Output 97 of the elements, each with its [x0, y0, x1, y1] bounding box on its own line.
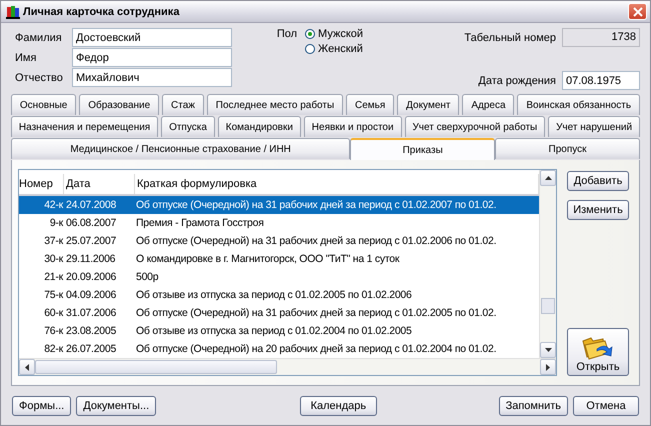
order-number: 60-к: [43, 307, 64, 319]
order-number: 21-к: [43, 271, 64, 283]
order-summary: Об отпуске (Очередной) на 20 рабочих дней за период с 01.02.2004 по 01.02.: [135, 343, 498, 355]
radio-option[interactable]: Женский: [305, 43, 364, 55]
scroll-up-button[interactable]: [540, 170, 556, 186]
up-arrow-icon: [544, 176, 552, 180]
order-date: 23.08.2005: [65, 325, 118, 337]
field-label: Табельный номер: [464, 32, 556, 44]
tab[interactable]: Воинская обязанность: [517, 94, 640, 115]
order-number: 75-к: [43, 289, 64, 301]
tab[interactable]: Основные: [11, 94, 76, 115]
order-number: 30-к: [43, 253, 64, 265]
scroll-thumb[interactable]: [35, 360, 277, 374]
order-date: 31.07.2006: [65, 307, 118, 319]
order-summary: Об отпуске (Очередной) на 31 рабочих дней за период с 01.02.2006 по 01.02.: [135, 235, 498, 247]
column-header[interactable]: Номер: [19, 174, 64, 194]
field-label: Дата рождения: [478, 74, 556, 86]
column-header[interactable]: Дата: [64, 174, 135, 194]
tab[interactable]: Учет сверхурочной работы: [404, 116, 546, 137]
tab[interactable]: Стаж: [162, 94, 204, 115]
dialog-button[interactable]: Отмена: [572, 396, 639, 416]
radio-button[interactable]: [305, 29, 316, 39]
scroll-thumb[interactable]: [541, 298, 555, 314]
order-date: 26.07.2005: [65, 343, 118, 355]
close-button[interactable]: [628, 3, 647, 20]
dialog-button[interactable]: Календарь: [300, 396, 377, 416]
tab[interactable]: Пропуск: [495, 138, 640, 159]
list-row[interactable]: 76-к 23.08.2005 Об отзыве из отпуска за период с 01.02.2004 по 01.02.2005: [19, 322, 539, 340]
tab[interactable]: Отпуска: [161, 116, 215, 137]
scroll-down-button[interactable]: [540, 342, 556, 358]
list-row[interactable]: 21-к 20.09.2006 500р: [19, 268, 539, 286]
tab[interactable]: Командировки: [218, 116, 301, 137]
order-date: 24.07.2008: [65, 199, 118, 211]
order-summary: 500р: [135, 271, 160, 283]
list-row[interactable]: 30-к 29.11.2006 О командировке в г. Магнитогорск, ООО "ТиТ" на 1 суток: [19, 250, 539, 268]
tab[interactable]: Документ: [397, 94, 460, 115]
order-summary: Об отзыве из отпуска за период с 01.02.2004 по 01.02.2005: [135, 325, 413, 337]
order-summary: Об отпуске (Очередной) на 31 рабочих дней за период с 01.02.2005 по 01.02.: [135, 307, 498, 319]
order-date: 04.09.2006: [65, 289, 118, 301]
radio-label: Женский: [318, 43, 363, 55]
right-arrow-icon: [546, 364, 550, 370]
left-arrow-icon: [25, 364, 29, 370]
field-label: Отчество: [14, 72, 64, 84]
text-field[interactable]: Федор: [72, 48, 232, 67]
list-row[interactable]: 42-к 24.07.2008 Об отпуске (Очередной) на 31 рабочих дней за период с 01.02.2007 по 01.02.: [19, 196, 539, 214]
side-button[interactable]: Добавить: [567, 171, 629, 191]
folder-arrow-icon: [581, 335, 615, 361]
app-icon: [6, 4, 20, 18]
radio-button[interactable]: [305, 44, 316, 54]
order-date: 06.08.2007: [65, 217, 118, 229]
text-field[interactable]: Михайлович: [72, 68, 232, 87]
order-number: 76-к: [43, 325, 64, 337]
order-date: 20.09.2006: [65, 271, 118, 283]
open-button[interactable]: Открыть: [567, 328, 629, 376]
gender-label: Пол: [276, 28, 298, 42]
order-number: 37-к: [43, 235, 64, 247]
order-summary: Премия - Грамота Госстроя: [135, 217, 265, 229]
tab[interactable]: Назначения и перемещения: [11, 116, 158, 137]
radio-option[interactable]: Мужской: [305, 28, 364, 40]
tab[interactable]: Приказы: [350, 138, 496, 160]
scroll-right-button[interactable]: [540, 359, 556, 375]
down-arrow-icon: [544, 348, 552, 352]
date-field[interactable]: 07.08.1975: [562, 71, 640, 90]
window-title: Личная карточка сотрудника: [23, 6, 180, 18]
order-summary: О командировке в г. Магнитогорск, ООО "ТиТ" на 1 суток: [135, 253, 400, 265]
side-button[interactable]: Изменить: [567, 200, 629, 220]
tab[interactable]: Семья: [346, 94, 394, 115]
dialog-button[interactable]: Запомнить: [498, 396, 568, 416]
list-row[interactable]: 37-к 25.07.2007 Об отпуске (Очередной) на 31 рабочих дней за период с 01.02.2006 по 01.02.: [19, 232, 539, 250]
horizontal-scrollbar[interactable]: [19, 358, 556, 375]
tab[interactable]: Учет нарушений: [548, 116, 640, 137]
close-icon: [632, 6, 642, 16]
order-date: 25.07.2007: [65, 235, 118, 247]
tab[interactable]: Последнее место работы: [206, 94, 344, 115]
dialog-button[interactable]: Документы...: [76, 396, 156, 416]
list-row[interactable]: 75-к 04.09.2006 Об отзыве из отпуска за период с 01.02.2005 по 01.02.2006: [19, 286, 539, 304]
order-summary: Об отзыве из отпуска за период с 01.02.2005 по 01.02.2006: [135, 289, 413, 301]
text-field[interactable]: Достоевский: [72, 28, 232, 47]
list-row[interactable]: 60-к 31.07.2006 Об отпуске (Очередной) на 31 рабочих дней за период с 01.02.2005 по 01.02.: [19, 304, 539, 322]
tab[interactable]: Неявки и простои: [304, 116, 402, 137]
order-number: 42-к: [43, 199, 64, 211]
list-row[interactable]: 9-к 06.08.2007 Премия - Грамота Госстроя: [19, 214, 539, 232]
vertical-scrollbar[interactable]: [539, 170, 556, 358]
order-number: 9-к: [48, 217, 64, 229]
tab[interactable]: Медицинское / Пенсионные страхование / ИНН: [11, 138, 350, 159]
order-summary: Об отпуске (Очередной) на 31 рабочих дней за период с 01.02.2007 по 01.02.: [135, 199, 498, 211]
order-number: 82-к: [43, 343, 64, 355]
readonly-field: 1738: [562, 28, 640, 47]
tab[interactable]: Образование: [79, 94, 160, 115]
order-date: 29.11.2006: [65, 253, 116, 265]
list-row[interactable]: 82-к 26.07.2005 Об отпуске (Очередной) на 20 рабочих дней за период с 01.02.2004 по 01.02.: [19, 340, 539, 358]
tab[interactable]: Адреса: [462, 94, 514, 115]
scroll-left-button[interactable]: [19, 359, 35, 375]
field-label: Имя: [14, 52, 38, 64]
radio-label: Мужской: [318, 28, 364, 40]
dialog-button[interactable]: Формы...: [12, 396, 72, 416]
field-label: Фамилия: [14, 32, 63, 44]
